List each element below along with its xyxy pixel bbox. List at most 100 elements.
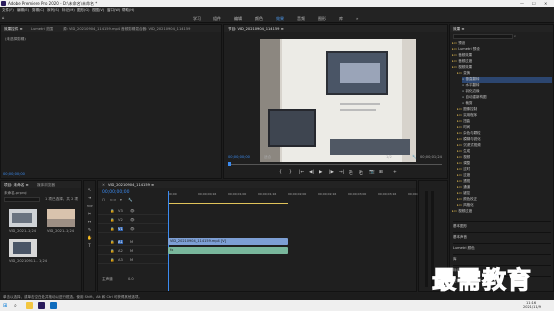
tab-audio-mixer[interactable]: 音频剪辑混合器: VID_20210904_114159	[121, 27, 190, 32]
track-header[interactable]: 🔒 V2 👁	[98, 216, 168, 224]
selection-tool-icon[interactable]: ↖	[87, 187, 92, 192]
workspace-more-icon[interactable]: »	[356, 16, 358, 21]
windows-start-icon[interactable]: ⊞	[3, 303, 8, 309]
wrench-icon[interactable]: 🔧	[412, 155, 416, 159]
lock-track-icon[interactable]: 🔒	[110, 240, 114, 244]
hand-tool-icon[interactable]: ✋	[87, 235, 92, 240]
lock-track-icon[interactable]: 🔒	[110, 227, 114, 231]
extract-icon[interactable]: ⎗	[359, 170, 363, 176]
home-icon[interactable]: ⌂	[2, 15, 7, 20]
timeline-settings-icon[interactable]: 🔧	[128, 198, 132, 202]
workspace-color[interactable]: 颜色	[255, 16, 263, 22]
minimize-button[interactable]: —	[520, 1, 524, 6]
project-tabs: 项目: 未命名 ≡ 媒体浏览器	[1, 181, 81, 188]
go-to-out-icon[interactable]: →|	[339, 170, 344, 175]
workspace-editing[interactable]: 编辑	[234, 16, 242, 22]
lock-track-icon[interactable]: 🔒	[110, 209, 114, 213]
close-button[interactable]: ✕	[544, 1, 547, 6]
lift-icon[interactable]: ⎘	[349, 170, 353, 176]
track-header[interactable]: 🔒 A2 M	[98, 247, 168, 255]
close-sequence-icon[interactable]: ✕	[102, 183, 105, 187]
linked-selection-icon[interactable]: ⊂⊃	[110, 198, 116, 202]
effects-search-input[interactable]	[453, 34, 513, 39]
timeline-ruler[interactable]: 00;00 00;00;00;16 00;00;01;00 00;00;01;16 00…	[168, 191, 426, 203]
sub-panel-header[interactable]: 基本声音	[453, 232, 551, 242]
tab-program[interactable]: 节目: VID_20210904_114159 ≡	[228, 27, 284, 32]
ruler-tick-label: 00;00;01;16	[258, 192, 277, 196]
playhead-bar[interactable]	[228, 164, 442, 165]
effects-tree-label: 视频效果	[458, 65, 473, 69]
video-clip[interactable]: VID_20210904_114159.mp4 [V]	[168, 238, 288, 245]
mute-icon[interactable]: M	[130, 240, 133, 244]
project-thumbnail-1[interactable]	[9, 209, 37, 227]
tab-project[interactable]: 项目: 未命名 ≡	[4, 183, 28, 188]
toggle-output-icon[interactable]: 👁	[130, 209, 135, 213]
premiere-taskbar-icon[interactable]	[38, 302, 45, 309]
maximize-button[interactable]: ☐	[532, 1, 536, 6]
button-editor-icon[interactable]: +	[393, 170, 397, 175]
effect-controls-timecode: 00;00;00;00	[3, 172, 25, 176]
tab-sequence[interactable]: VID_20210904_114159 ≡	[108, 183, 154, 187]
step-back-icon[interactable]: ◀|	[309, 170, 314, 175]
file-explorer-icon[interactable]	[26, 302, 33, 309]
go-to-in-icon[interactable]: |←	[299, 170, 304, 175]
ripple-edit-tool-icon[interactable]: ⟺	[87, 203, 93, 208]
track-name: A3	[118, 258, 123, 262]
program-timecode[interactable]: 00;00;00;00	[228, 155, 250, 159]
lock-track-icon[interactable]: 🔒	[110, 258, 114, 262]
work-area-bar[interactable]	[168, 203, 288, 204]
workspace-effects[interactable]: 效果	[276, 16, 284, 22]
browser-taskbar-icon[interactable]	[50, 302, 57, 309]
workspace-learn[interactable]: 学习	[193, 16, 201, 22]
pen-tool-icon[interactable]: ✎	[87, 227, 92, 232]
mark-out-icon[interactable]: }	[289, 170, 292, 175]
razor-tool-icon[interactable]: ✂	[87, 211, 92, 216]
master-track-value[interactable]: 0.0	[128, 277, 134, 281]
slip-tool-icon[interactable]: ↔	[87, 219, 92, 224]
track-header[interactable]: 🔒 A3 M	[98, 256, 168, 264]
play-icon[interactable]: ▶	[319, 170, 322, 175]
effects-tree-item[interactable]: ▸▭ 视频过渡	[452, 209, 552, 215]
snap-icon[interactable]: ⊓	[102, 198, 105, 202]
search-taskbar-icon[interactable]: ⌕	[14, 303, 19, 309]
tab-effect-controls[interactable]: 效果控件 ≡	[4, 27, 23, 32]
fit-dropdown[interactable]: 适合	[264, 155, 271, 160]
tab-source[interactable]: 源: VID_20210904_114159.mp4	[63, 27, 120, 32]
toggle-output-icon[interactable]: 👁	[130, 218, 135, 222]
effects-tree-label: 实用程序	[463, 113, 478, 117]
comparison-view-icon[interactable]: ⊞	[379, 170, 383, 175]
playhead-marker[interactable]	[228, 162, 231, 166]
add-marker-icon[interactable]: ▾	[120, 198, 122, 202]
tab-effects[interactable]: 效果 ≡	[453, 27, 464, 32]
step-forward-icon[interactable]: |▶	[329, 170, 334, 175]
mute-icon[interactable]: M	[130, 258, 133, 262]
type-tool-icon[interactable]: T	[87, 243, 92, 248]
tab-lumetri-scopes[interactable]: Lumetri 范围	[31, 27, 53, 32]
sub-panel-header[interactable]: 基本图形	[453, 221, 551, 231]
mute-icon[interactable]: M	[130, 249, 133, 253]
tab-media-browser[interactable]: 媒体浏览器	[37, 183, 55, 188]
workspace-libraries[interactable]: 库	[339, 16, 343, 22]
track-select-tool-icon[interactable]: ⇥	[87, 195, 92, 200]
timeline-timecode[interactable]: 00;00;00;00	[102, 190, 129, 195]
project-thumbnail-2[interactable]	[47, 209, 75, 227]
search-icon[interactable]: ⌕	[514, 34, 516, 38]
workspace-graphics[interactable]: 图形	[318, 16, 326, 22]
sub-panel-header[interactable]: Lumetri 颜色	[453, 243, 551, 253]
resolution-dropdown[interactable]: 1/2	[386, 155, 392, 159]
workspace-audio[interactable]: 音频	[297, 16, 305, 22]
project-panel: 项目: 未命名 ≡ 媒体浏览器 未命名.prproj 1 项已选择，共 2 项 …	[0, 180, 82, 292]
toggle-output-icon[interactable]: 👁	[130, 227, 135, 231]
effects-tree-label: 裁剪	[465, 101, 473, 105]
lock-track-icon[interactable]: 🔒	[110, 249, 114, 253]
audio-clip[interactable]: fx	[168, 247, 288, 254]
export-frame-icon[interactable]: 📷	[369, 170, 375, 175]
lock-track-icon[interactable]: 🔒	[110, 218, 114, 222]
track-header[interactable]: 🔒 A1 M	[98, 238, 168, 246]
workspace-assembly[interactable]: 组件	[213, 16, 221, 22]
mark-in-icon[interactable]: {	[279, 170, 282, 175]
track-header[interactable]: 🔒 V1 👁	[98, 225, 168, 233]
track-header[interactable]: 🔒 V3 👁	[98, 207, 168, 215]
project-thumbnail-3[interactable]	[9, 239, 37, 257]
project-search-input[interactable]	[4, 197, 40, 202]
